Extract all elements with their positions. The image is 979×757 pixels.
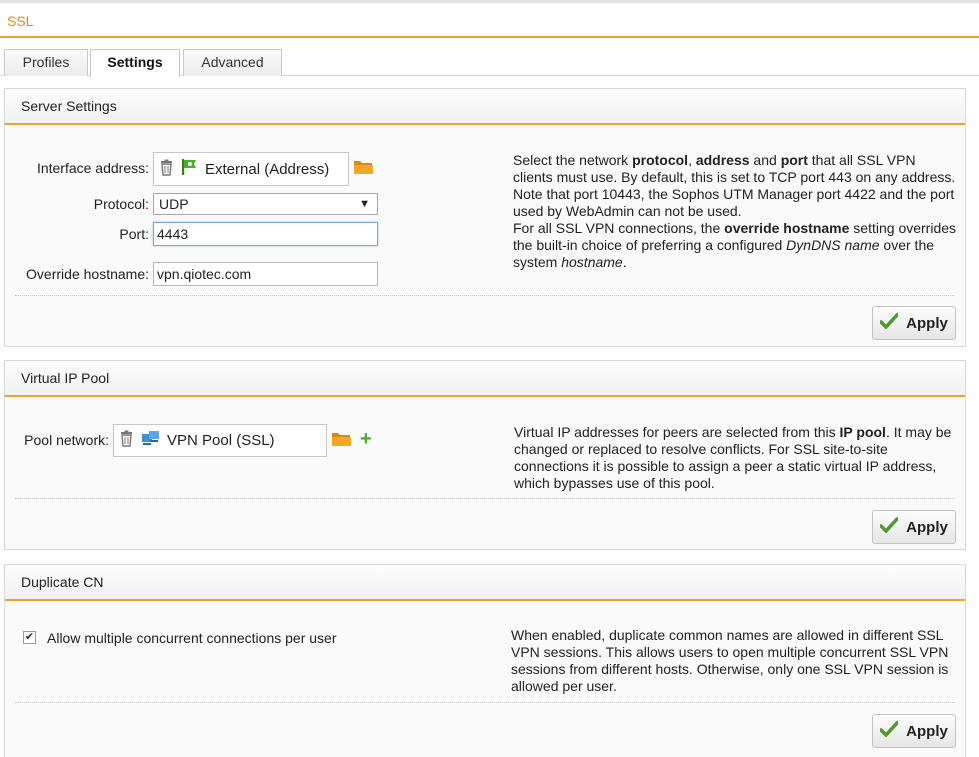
allow-multiple-label: Allow multiple concurrent connections pe… [47,630,337,646]
duplicate-cn-header: Duplicate CN [5,565,965,601]
allow-multiple-checkbox[interactable]: ✔ [23,631,36,644]
pool-network-label: Pool network: [24,432,109,448]
trash-icon[interactable] [160,159,173,180]
checkmark-icon [879,313,899,333]
interface-address-label: Interface address: [36,160,149,176]
apply-label: Apply [906,518,948,536]
interface-address-field[interactable]: External (Address) [153,152,349,186]
virtual-ip-pool-apply-button[interactable]: Apply [872,510,956,544]
divider [15,498,955,499]
folder-icon[interactable] [332,432,351,446]
folder-icon[interactable] [354,160,373,174]
server-settings-panel: Server Settings Interface address: Exter… [4,88,966,347]
override-hostname-input[interactable]: vpn.qiotec.com [153,262,378,286]
divider [15,702,955,703]
divider [15,295,955,296]
apply-label: Apply [906,314,948,332]
network-icon [141,430,161,452]
plus-icon[interactable]: + [360,429,372,449]
server-settings-title: Server Settings [21,98,117,114]
pool-network-field[interactable]: VPN Pool (SSL) [113,424,327,457]
port-input[interactable]: 4443 [153,222,378,246]
checkmark-icon [879,517,899,537]
trash-icon[interactable] [120,430,133,451]
virtual-ip-pool-title: Virtual IP Pool [21,370,110,386]
title-bar: SSL [0,0,979,38]
protocol-label: Protocol: [93,196,149,212]
virtual-ip-pool-panel: Virtual IP Pool Pool network: VPN Pool (… [4,360,966,550]
apply-label: Apply [906,722,948,740]
checkmark-icon [879,721,899,741]
tab-advanced[interactable]: Advanced [183,49,282,76]
server-settings-help: Select the network protocol, address and… [513,152,957,270]
duplicate-cn-help: When enabled, duplicate common names are… [511,627,949,694]
tab-bar: Profiles Settings Advanced [0,48,979,77]
server-settings-header: Server Settings [5,89,965,125]
interface-flag-icon [181,158,199,180]
server-settings-apply-button[interactable]: Apply [872,306,956,340]
page-title: SSL [7,13,34,29]
duplicate-cn-title: Duplicate CN [21,574,104,590]
interface-address-value: External (Address) [205,160,330,178]
dropdown-arrow-icon: ▼ [359,198,370,210]
virtual-ip-pool-header: Virtual IP Pool [5,361,965,397]
protocol-value: UDP [159,196,189,212]
tab-profiles[interactable]: Profiles [4,49,88,76]
pool-network-value: VPN Pool (SSL) [167,432,275,449]
override-hostname-label: Override hostname: [26,266,149,282]
duplicate-cn-panel: Duplicate CN ✔ Allow multiple concurrent… [4,564,966,757]
tab-settings[interactable]: Settings [90,49,180,77]
duplicate-cn-apply-button[interactable]: Apply [872,714,956,748]
port-label: Port: [119,226,149,242]
protocol-select[interactable]: UDP ▼ [153,193,378,215]
virtual-ip-pool-help: Virtual IP addresses for peers are selec… [514,424,952,491]
